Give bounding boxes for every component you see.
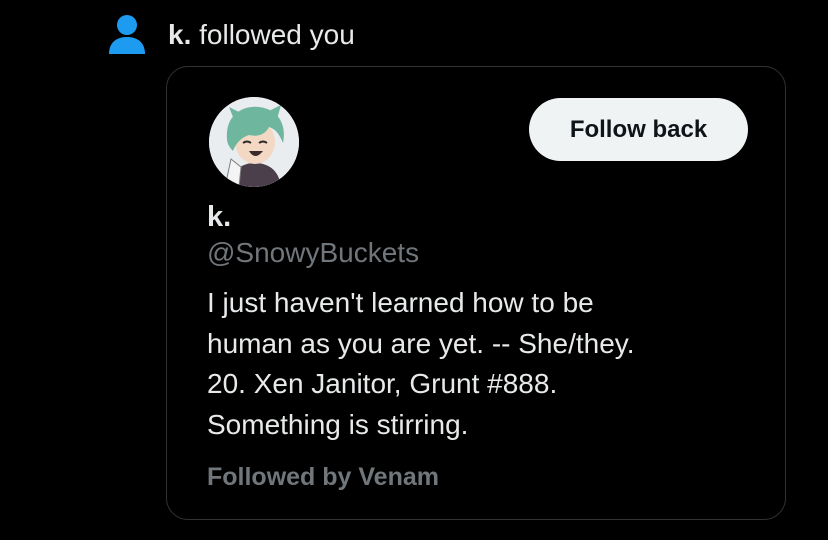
avatar-image: [209, 97, 299, 187]
bio-line: human as you are yet. -- She/they.: [207, 327, 635, 359]
notification-text: k. followed you: [168, 19, 355, 51]
followed-by-text: Followed by Venam: [207, 463, 439, 491]
bio-line: 20. Xen Janitor, Grunt #888.: [207, 368, 558, 399]
notification-header: k. followed you: [108, 6, 355, 64]
bio-line: Something is stirring.: [207, 408, 469, 440]
follow-back-button[interactable]: Follow back: [529, 98, 748, 161]
avatar[interactable]: [209, 97, 299, 187]
person-icon: [109, 15, 145, 54]
user-card[interactable]: Follow back k. @SnowyBuckets I just have…: [166, 66, 786, 520]
notification-action: followed you: [191, 19, 355, 50]
display-name[interactable]: k.: [207, 201, 231, 234]
user-handle[interactable]: @SnowyBuckets: [207, 237, 419, 269]
notification-user-name[interactable]: k.: [168, 19, 191, 50]
bio-line: I just haven't learned how to be: [207, 287, 594, 318]
user-bio: I just haven't learned how to be human a…: [207, 283, 767, 445]
